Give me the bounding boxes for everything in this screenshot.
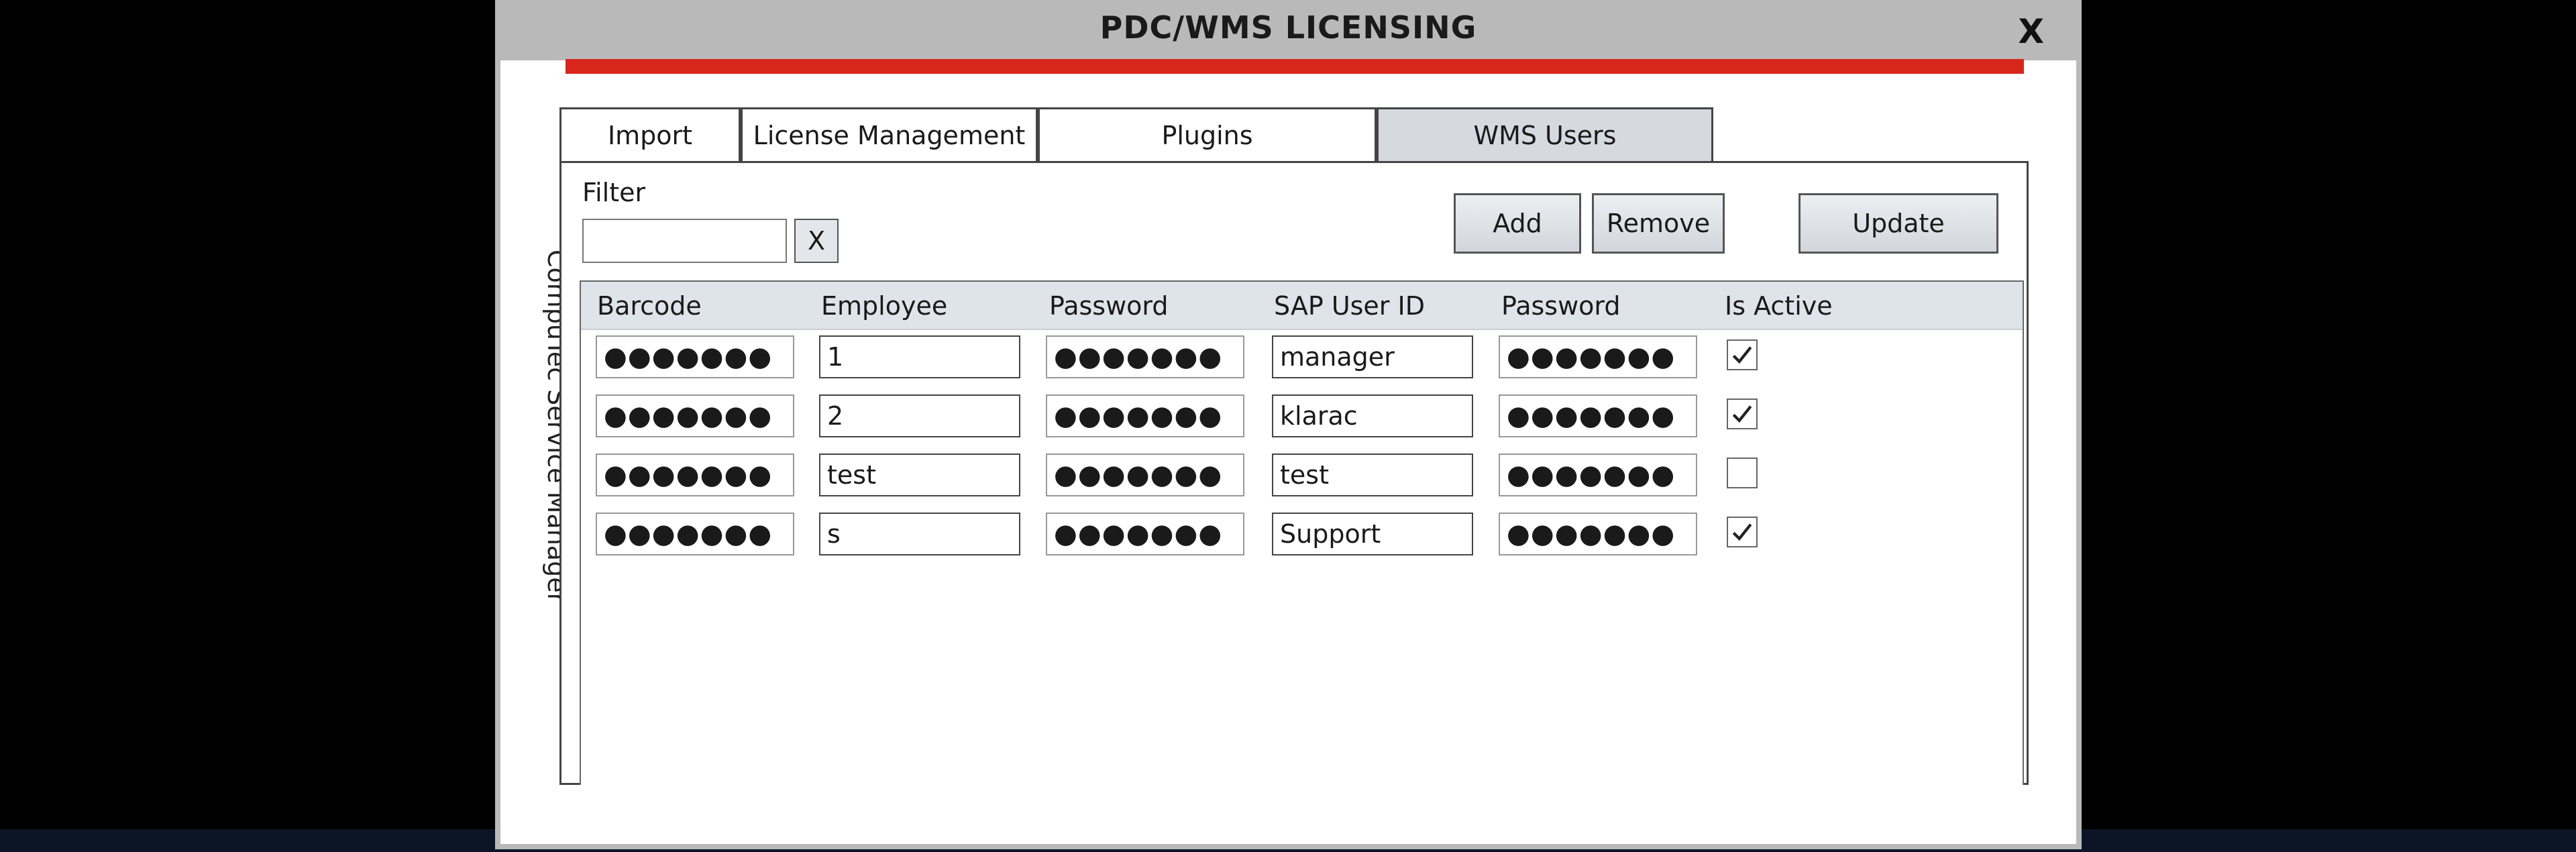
- password-field[interactable]: ●●●●●●●: [1046, 454, 1244, 496]
- employee-field[interactable]: test: [819, 454, 1020, 496]
- sap-user-id-field[interactable]: test: [1272, 454, 1473, 496]
- column-header-password: Password: [1049, 291, 1169, 321]
- remove-button[interactable]: Remove: [1592, 193, 1725, 254]
- column-header-is-active: Is Active: [1725, 291, 1833, 321]
- employee-field[interactable]: s: [819, 513, 1020, 555]
- password-field[interactable]: ●●●●●●●: [1046, 335, 1244, 378]
- table-row: ●●●●●●● 1 ●●●●●●● manager ●●●●●●●: [581, 330, 2023, 384]
- barcode-field[interactable]: ●●●●●●●: [596, 454, 794, 496]
- checkmark-icon: [1732, 523, 1752, 541]
- password-field[interactable]: ●●●●●●●: [1046, 513, 1244, 555]
- sap-user-id-field[interactable]: klarac: [1272, 394, 1473, 437]
- is-active-checkbox[interactable]: [1727, 398, 1758, 429]
- barcode-field[interactable]: ●●●●●●●: [596, 394, 794, 437]
- filter-input[interactable]: [582, 219, 787, 263]
- tab-wms-users[interactable]: WMS Users: [1377, 107, 1713, 161]
- is-active-checkbox[interactable]: [1727, 339, 1758, 370]
- barcode-field[interactable]: ●●●●●●●: [596, 513, 794, 555]
- table-row: ●●●●●●● s ●●●●●●● Support ●●●●●●●: [581, 507, 2023, 561]
- table-row: ●●●●●●● test ●●●●●●● test ●●●●●●●: [581, 448, 2023, 502]
- password-field[interactable]: ●●●●●●●: [1046, 394, 1244, 437]
- close-icon[interactable]: X: [2018, 12, 2044, 51]
- tab-license-management[interactable]: License Management: [741, 107, 1038, 161]
- column-header-sap-password: Password: [1501, 291, 1621, 321]
- checkmark-icon: [1732, 346, 1752, 364]
- sap-user-id-field[interactable]: manager: [1272, 335, 1473, 378]
- column-header-employee: Employee: [821, 291, 948, 321]
- employee-field[interactable]: 2: [819, 394, 1020, 437]
- employee-field[interactable]: 1: [819, 335, 1020, 378]
- filter-clear-button[interactable]: X: [794, 219, 839, 263]
- is-active-checkbox[interactable]: [1727, 458, 1758, 488]
- is-active-checkbox[interactable]: [1727, 517, 1758, 547]
- wms-users-panel: Filter X Add Remove Update Barcode Emplo…: [559, 161, 2029, 785]
- window-title: PDC/WMS LICENSING: [1099, 9, 1477, 46]
- tab-plugins[interactable]: Plugins: [1038, 107, 1377, 161]
- tab-import[interactable]: Import: [559, 107, 741, 161]
- sap-password-field[interactable]: ●●●●●●●: [1499, 394, 1697, 437]
- filter-label: Filter: [582, 178, 646, 207]
- users-grid: Barcode Employee Password SAP User ID Pa…: [580, 280, 2024, 785]
- checkmark-icon: [1732, 405, 1752, 423]
- accent-bar: [566, 59, 2024, 74]
- title-bar: PDC/WMS LICENSING X: [500, 0, 2076, 60]
- licensing-window: PDC/WMS LICENSING X CompuTec Service Man…: [495, 0, 2082, 849]
- column-header-sap-user-id: SAP User ID: [1274, 291, 1425, 321]
- sap-user-id-field[interactable]: Support: [1272, 513, 1473, 555]
- barcode-field[interactable]: ●●●●●●●: [596, 335, 794, 378]
- sap-password-field[interactable]: ●●●●●●●: [1499, 335, 1697, 378]
- sap-password-field[interactable]: ●●●●●●●: [1499, 513, 1697, 555]
- column-header-barcode: Barcode: [597, 291, 702, 321]
- sap-password-field[interactable]: ●●●●●●●: [1499, 454, 1697, 496]
- add-button[interactable]: Add: [1454, 193, 1581, 254]
- update-button[interactable]: Update: [1799, 193, 1998, 254]
- grid-header: Barcode Employee Password SAP User ID Pa…: [581, 282, 2023, 330]
- table-row: ●●●●●●● 2 ●●●●●●● klarac ●●●●●●●: [581, 389, 2023, 443]
